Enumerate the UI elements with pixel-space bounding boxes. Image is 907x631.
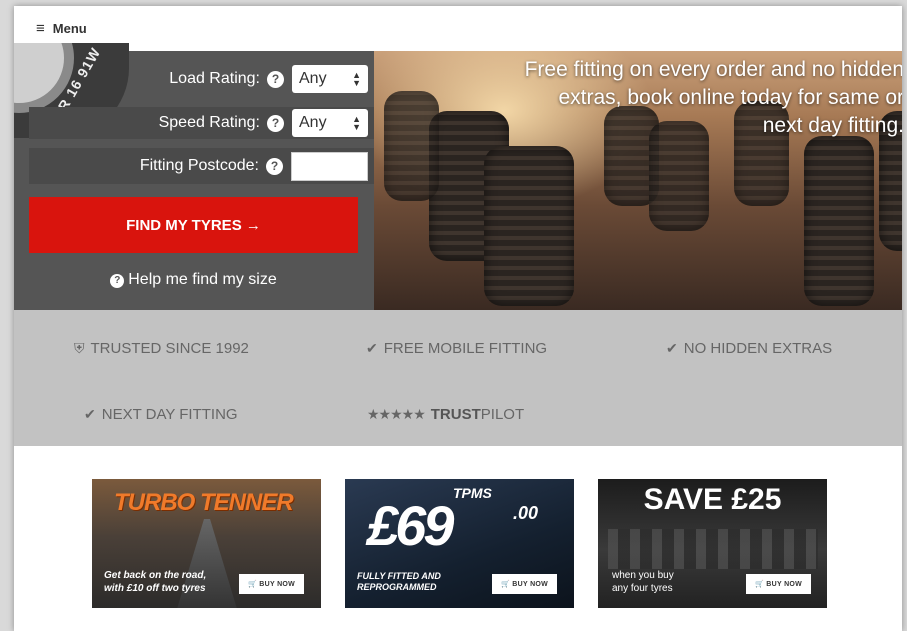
- speed-rating-label: Speed Rating:: [158, 114, 260, 131]
- load-rating-value: Any: [299, 70, 327, 87]
- next-day-label: NEXT DAY FITTING: [101, 406, 238, 423]
- offer-tpms[interactable]: TPMS £69 .00 FULLY FITTED AND REPROGRAMM…: [345, 479, 574, 608]
- load-rating-label: Load Rating:: [169, 70, 260, 87]
- tyres-image: [608, 529, 818, 569]
- hero-tyre: [804, 136, 874, 306]
- trusted-label: TRUSTED SINCE 1992: [90, 340, 249, 357]
- offer-sub-line-1: when you buy: [612, 570, 674, 581]
- offer-title: TPMS: [453, 485, 492, 501]
- trust-item-no-extras: ✔ NO HIDDEN EXTRAS: [666, 340, 832, 357]
- trustpilot-link[interactable]: ★★★★★ TRUST PILOT: [367, 406, 524, 423]
- hero-line-2: extras, book online today for same or: [558, 86, 902, 109]
- offer-sub-line-1: FULLY FITTED AND: [357, 571, 441, 581]
- hero-tyre: [484, 146, 574, 306]
- rating-stars-icon: ★★★★★: [367, 406, 426, 422]
- help-link-label: Help me find my size: [128, 271, 277, 288]
- offer-turbo-tenner[interactable]: TURBO TENNER Get back on the road, with …: [92, 479, 321, 608]
- offer-sub-line-2: REPROGRAMMED: [357, 582, 437, 592]
- speed-rating-value: Any: [299, 114, 327, 131]
- free-fitting-label: FREE MOBILE FITTING: [383, 340, 548, 357]
- question-icon: ?: [110, 273, 125, 288]
- hero-banner: Free fitting on every order and no hidde…: [374, 51, 902, 310]
- offer-sub-line-2: with £10 off two tyres: [104, 583, 206, 594]
- shield-icon: ⛨: [74, 340, 85, 356]
- question-icon[interactable]: ?: [266, 157, 283, 175]
- offer-sub-line-2: any four tyres: [612, 583, 673, 594]
- check-icon: ✔: [666, 340, 678, 356]
- menu-label[interactable]: Menu: [53, 21, 87, 36]
- offer-title: TURBO TENNER: [114, 489, 294, 516]
- trust-bar: ⛨ TRUSTED SINCE 1992 ✔ FREE MOBILE FITTI…: [14, 310, 902, 446]
- check-icon: ✔: [366, 340, 378, 356]
- offer-sub-line-1: Get back on the road,: [104, 570, 207, 581]
- offer-subtitle: when you buy any four tyres: [612, 569, 674, 595]
- buy-now-label: BUY NOW: [259, 581, 296, 588]
- offer-subtitle: FULLY FITTED AND REPROGRAMMED: [357, 571, 441, 593]
- speed-rating-select[interactable]: Any ▲ ▼: [292, 109, 368, 137]
- load-rating-row: Load Rating: ? Any ▲ ▼: [29, 63, 374, 95]
- buy-now-label: BUY NOW: [766, 581, 803, 588]
- hero-line-3: next day fitting.: [762, 114, 902, 137]
- tyre-search-panel: R 16 91W Load Rating: ? Any ▲ ▼ Speed Rat…: [14, 43, 374, 310]
- hero-headline: Free fitting on every order and no hidde…: [384, 56, 902, 140]
- offer-title: SAVE £25: [643, 483, 782, 516]
- fitting-postcode-label: Fitting Postcode:: [139, 157, 259, 174]
- offers-section: TURBO TENNER Get back on the road, with …: [14, 446, 902, 631]
- buy-now-label: BUY NOW: [512, 581, 549, 588]
- offer-price-cents: .00: [513, 503, 539, 523]
- offer-price: £69: [367, 494, 454, 557]
- page-frame: ≡ Menu R 16 91W Load Rating: ? Any ▲ ▼ Sp…: [14, 6, 902, 631]
- fitting-postcode-row: Fitting Postcode: ?: [29, 148, 374, 184]
- trustpilot-light: PILOT: [480, 406, 525, 423]
- fitting-postcode-input[interactable]: [291, 151, 368, 181]
- select-arrows-icon: ▲ ▼: [352, 70, 361, 88]
- no-extras-label: NO HIDDEN EXTRAS: [683, 340, 833, 357]
- buy-now-button[interactable]: 🛒 BUY NOW: [492, 574, 558, 594]
- menu-bar[interactable]: ≡ Menu: [14, 6, 902, 51]
- offer-save-25[interactable]: SAVE £25 when you buy any four tyres 🛒 B…: [598, 479, 827, 608]
- buy-now-button[interactable]: 🛒 BUY NOW: [746, 574, 812, 594]
- select-arrows-icon: ▲ ▼: [352, 114, 361, 132]
- help-find-size-link[interactable]: ? Help me find my size: [29, 271, 358, 289]
- hamburger-icon[interactable]: ≡: [36, 20, 45, 37]
- trust-item-trusted: ⛨ TRUSTED SINCE 1992: [74, 340, 249, 357]
- trustpilot-bold: TRUST: [430, 406, 481, 423]
- buy-now-button[interactable]: 🛒 BUY NOW: [239, 574, 305, 594]
- load-rating-select[interactable]: Any ▲ ▼: [292, 65, 368, 93]
- trust-item-free-fitting: ✔ FREE MOBILE FITTING: [366, 340, 547, 357]
- hero-line-1: Free fitting on every order and no hidde…: [524, 58, 902, 81]
- check-icon: ✔: [84, 406, 96, 422]
- question-icon[interactable]: ?: [267, 114, 284, 132]
- find-my-tyres-button[interactable]: FIND MY TYRES →: [29, 197, 358, 253]
- question-icon[interactable]: ?: [267, 70, 284, 88]
- trust-item-next-day: ✔ NEXT DAY FITTING: [84, 406, 238, 423]
- speed-rating-row: Speed Rating: ? Any ▲ ▼: [29, 107, 374, 139]
- offer-subtitle: Get back on the road, with £10 off two t…: [104, 569, 206, 595]
